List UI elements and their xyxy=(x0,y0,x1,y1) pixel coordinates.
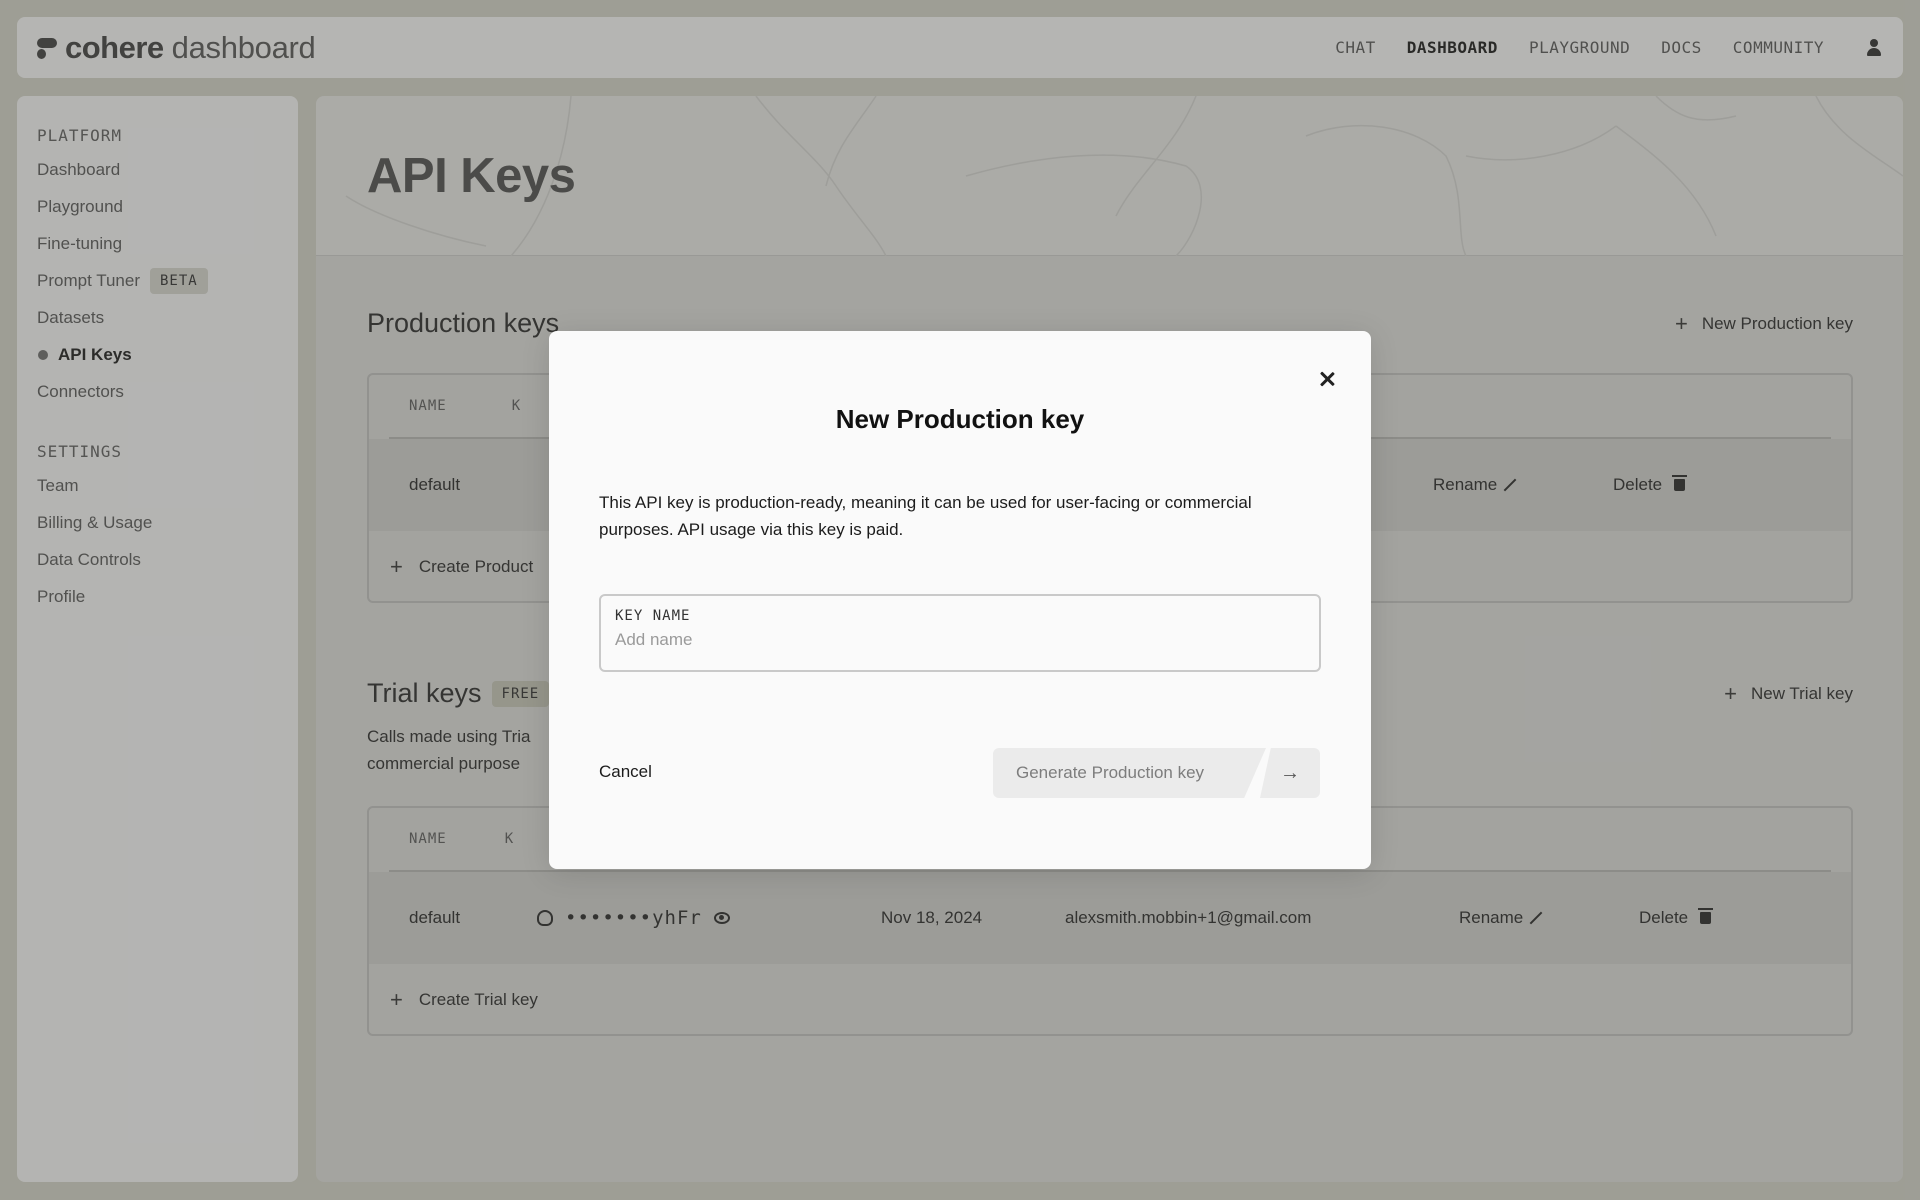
arrow-right-icon[interactable]: → xyxy=(1260,748,1320,798)
modal-description: This API key is production-ready, meanin… xyxy=(599,493,1252,539)
generate-button-group: Generate Production key → xyxy=(993,748,1320,798)
cancel-button[interactable]: Cancel xyxy=(599,762,652,782)
generate-production-key-button[interactable]: Generate Production key xyxy=(993,748,1266,798)
key-name-input[interactable] xyxy=(615,630,1305,650)
modal-title: New Production key xyxy=(835,404,1085,434)
key-name-field[interactable]: KEY NAME xyxy=(599,594,1321,672)
close-icon[interactable] xyxy=(1319,371,1335,387)
key-name-label: KEY NAME xyxy=(615,608,691,624)
new-production-key-modal: New Production key This API key is produ… xyxy=(549,331,1371,869)
